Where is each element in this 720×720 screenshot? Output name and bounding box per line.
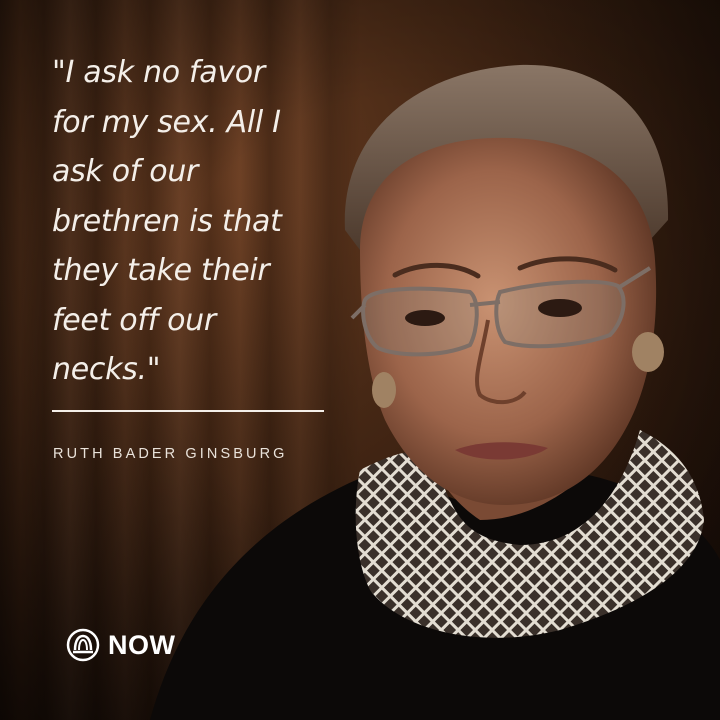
right-earring xyxy=(632,332,664,372)
quote-card: "I ask no favor for my sex. All I ask of… xyxy=(0,0,720,720)
left-earring xyxy=(372,372,396,408)
now-logo: NOW xyxy=(66,628,175,662)
quote-text: "I ask no favor for my sex. All I ask of… xyxy=(52,55,282,387)
right-eye xyxy=(538,299,582,317)
now-logo-icon xyxy=(66,628,100,662)
left-eye xyxy=(405,310,445,326)
quote-divider xyxy=(52,410,324,412)
attribution-name: RUTH BADER GINSBURG xyxy=(53,446,288,462)
now-logo-text: NOW xyxy=(108,629,176,660)
